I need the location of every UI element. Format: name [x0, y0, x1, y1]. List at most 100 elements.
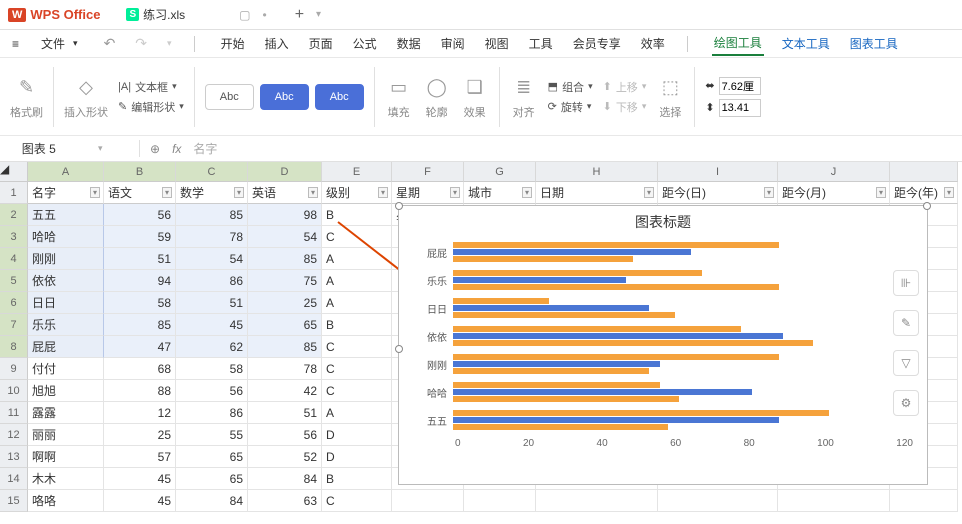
edit-shape-button[interactable]: ✎编辑形状▾: [118, 99, 184, 115]
cell[interactable]: 咯咯: [28, 490, 104, 512]
cell[interactable]: C: [322, 336, 392, 358]
table-header[interactable]: 距今(月): [778, 182, 890, 204]
redo-button[interactable]: ↷: [133, 33, 149, 54]
cell[interactable]: 51: [176, 292, 248, 314]
col-header-C[interactable]: C: [176, 162, 248, 182]
cancel-icon[interactable]: ⊕: [150, 142, 160, 156]
chart-bar[interactable]: [453, 270, 702, 276]
row-header[interactable]: 15: [0, 490, 28, 512]
table-header[interactable]: 城市: [464, 182, 536, 204]
cell[interactable]: [392, 490, 464, 512]
cell[interactable]: A: [322, 248, 392, 270]
cell[interactable]: 25: [104, 424, 176, 446]
tab-dot-icon[interactable]: •: [263, 8, 267, 22]
row-header[interactable]: 13: [0, 446, 28, 468]
col-header-E[interactable]: E: [322, 162, 392, 182]
cell[interactable]: 85: [248, 336, 322, 358]
edit-icon[interactable]: ✎: [893, 310, 919, 336]
cell[interactable]: 85: [104, 314, 176, 336]
combine-button[interactable]: ⬒组合▾: [548, 79, 593, 95]
table-header[interactable]: 数学: [176, 182, 248, 204]
menu-draw-tool[interactable]: 绘图工具: [712, 32, 764, 56]
row-header[interactable]: 6: [0, 292, 28, 314]
cell[interactable]: 25: [248, 292, 322, 314]
cell[interactable]: 84: [176, 490, 248, 512]
cell[interactable]: 55: [176, 424, 248, 446]
row-header[interactable]: 10: [0, 380, 28, 402]
cell[interactable]: 露露: [28, 402, 104, 424]
cell[interactable]: 68: [104, 358, 176, 380]
menu-formula[interactable]: 公式: [351, 33, 379, 54]
row-header[interactable]: 7: [0, 314, 28, 336]
col-header-I[interactable]: I: [658, 162, 778, 182]
table-header[interactable]: 名字: [28, 182, 104, 204]
menu-tools[interactable]: 工具: [527, 33, 555, 54]
menu-vip[interactable]: 会员专享: [571, 33, 623, 54]
formula-value[interactable]: 名字: [193, 140, 217, 157]
cell[interactable]: 哈哈: [28, 226, 104, 248]
text-box-button[interactable]: |A|文本框▾: [118, 79, 184, 95]
cell[interactable]: [464, 490, 536, 512]
chart-bar[interactable]: [453, 305, 649, 311]
cell[interactable]: 47: [104, 336, 176, 358]
cell[interactable]: 52: [248, 446, 322, 468]
hamburger-icon[interactable]: ≡: [10, 35, 21, 53]
cell[interactable]: [658, 490, 778, 512]
cell[interactable]: 45: [104, 468, 176, 490]
menu-start[interactable]: 开始: [219, 33, 247, 54]
cell[interactable]: 98: [248, 204, 322, 226]
select-all-corner[interactable]: ◢: [0, 162, 28, 182]
document-tab[interactable]: S 练习.xls ▢ •: [118, 2, 274, 27]
cell[interactable]: 51: [104, 248, 176, 270]
cell[interactable]: 旭旭: [28, 380, 104, 402]
fx-label[interactable]: fx: [172, 142, 181, 156]
insert-shape-button[interactable]: ◇ 插入形状: [64, 74, 108, 120]
cell[interactable]: 刚刚: [28, 248, 104, 270]
name-box-dropdown-icon[interactable]: ▾: [70, 143, 132, 154]
cell[interactable]: 85: [248, 248, 322, 270]
chart-bar[interactable]: [453, 326, 741, 332]
shape-style-gallery[interactable]: Abc Abc Abc: [205, 84, 364, 110]
cell[interactable]: [778, 490, 890, 512]
row-header[interactable]: 12: [0, 424, 28, 446]
cell[interactable]: 54: [176, 248, 248, 270]
chart-bar[interactable]: [453, 312, 675, 318]
chart-handle[interactable]: [395, 202, 403, 210]
cell[interactable]: 五五: [28, 204, 104, 226]
select-button[interactable]: ⬚选择: [656, 74, 684, 120]
rotate-button[interactable]: ⟳旋转▾: [548, 99, 593, 115]
cell[interactable]: 59: [104, 226, 176, 248]
shape-style-2[interactable]: Abc: [260, 84, 309, 110]
cell[interactable]: 57: [104, 446, 176, 468]
menu-insert[interactable]: 插入: [263, 33, 291, 54]
new-tab-button[interactable]: +: [295, 6, 304, 24]
chart-bar[interactable]: [453, 242, 779, 248]
menu-text-tool[interactable]: 文本工具: [780, 33, 832, 54]
cell[interactable]: 54: [248, 226, 322, 248]
fill-button[interactable]: ▭填充: [385, 74, 413, 120]
chart-title[interactable]: 图表标题: [399, 206, 927, 238]
cell[interactable]: A: [322, 292, 392, 314]
cell[interactable]: C: [322, 380, 392, 402]
chart-bar[interactable]: [453, 396, 679, 402]
cell[interactable]: 78: [248, 358, 322, 380]
move-up-button[interactable]: ⬆上移▾: [603, 79, 647, 95]
cell[interactable]: 丽丽: [28, 424, 104, 446]
chart-bar[interactable]: [453, 361, 660, 367]
cell[interactable]: D: [322, 446, 392, 468]
table-header[interactable]: 星期: [392, 182, 464, 204]
undo-button[interactable]: ↶: [102, 33, 118, 54]
table-header[interactable]: 英语: [248, 182, 322, 204]
cell[interactable]: 51: [248, 402, 322, 424]
row-header[interactable]: 4: [0, 248, 28, 270]
chart-bar[interactable]: [453, 354, 779, 360]
cell[interactable]: 58: [176, 358, 248, 380]
height-input[interactable]: ⬍: [705, 99, 760, 117]
menu-view[interactable]: 视图: [483, 33, 511, 54]
col-header-F[interactable]: F: [392, 162, 464, 182]
cell[interactable]: C: [322, 490, 392, 512]
chart-settings-icon[interactable]: ⊪: [893, 270, 919, 296]
row-header[interactable]: 14: [0, 468, 28, 490]
cell[interactable]: 依依: [28, 270, 104, 292]
table-header[interactable]: 语文: [104, 182, 176, 204]
